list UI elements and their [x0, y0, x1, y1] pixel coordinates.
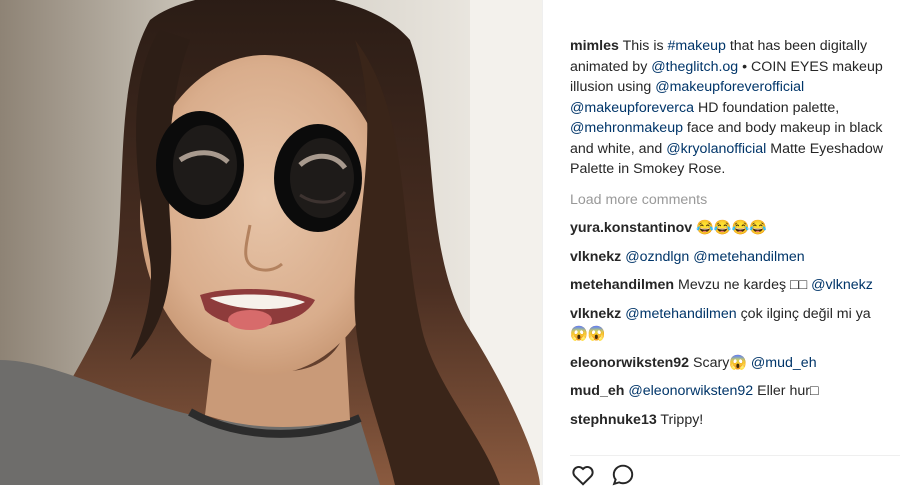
mention-link[interactable]: @metehandilmen: [693, 249, 804, 265]
comment-username-link[interactable]: mud_eh: [570, 383, 624, 399]
comment-text: This is: [622, 38, 668, 54]
mention-link[interactable]: #makeup: [668, 38, 726, 54]
comment-text: Scary😱: [689, 354, 751, 371]
comment-item: mud_eh @eleonorwiksten92 Eller hur□: [570, 381, 890, 402]
comment-items: yura.konstantinov 😂😂😂😂 vlknekz @ozndlgn @…: [570, 218, 890, 430]
comment-text: Mevzu ne kardeş □□: [674, 277, 812, 293]
comment-username-link[interactable]: yura.konstantinov: [570, 220, 692, 236]
load-more-comments-button[interactable]: Load more comments: [570, 190, 890, 211]
mention-link[interactable]: @vlknekz: [811, 277, 873, 293]
mention-link[interactable]: @ozndlgn: [625, 249, 689, 265]
comment-text: HD foundation palette,: [694, 99, 840, 116]
caption-text: This is #makeup that has been digitally …: [570, 38, 883, 177]
mention-link[interactable]: @kryolanofficial: [666, 141, 766, 157]
comment-icon[interactable]: [610, 462, 636, 488]
comment-username-link[interactable]: stephnuke13: [570, 412, 657, 428]
post-author-link[interactable]: mimles: [570, 38, 619, 54]
actions-divider: [570, 455, 900, 456]
comment-username-link[interactable]: eleonorwiksten92: [570, 355, 689, 371]
post-photo-illustration: [0, 0, 542, 485]
heart-icon[interactable]: [570, 462, 596, 488]
comment-username-link[interactable]: vlknekz: [570, 306, 621, 322]
mention-link[interactable]: @mud_eh: [751, 355, 817, 371]
comment-text: Trippy!: [656, 411, 704, 428]
comment-text: Eller hur□: [753, 383, 819, 399]
mention-link[interactable]: @metehandilmen: [625, 306, 736, 322]
post-photo[interactable]: [0, 0, 542, 485]
mention-link[interactable]: @mehronmakeup: [570, 120, 683, 136]
comment-item: metehandilmen Mevzu ne kardeş □□ @vlknek…: [570, 275, 890, 296]
comments-list: mimles This is #makeup that has been dig…: [570, 36, 890, 456]
comment-username-link[interactable]: vlknekz: [570, 249, 621, 265]
comment-item: yura.konstantinov 😂😂😂😂: [570, 218, 890, 239]
mention-link[interactable]: @theglitch.og: [651, 59, 738, 75]
comment-username-link[interactable]: metehandilmen: [570, 277, 674, 293]
mention-link[interactable]: @makeupforeverca: [570, 100, 694, 116]
post-caption: mimles This is #makeup that has been dig…: [570, 36, 890, 180]
comment-item: vlknekz @metehandilmen çok ilginç değil …: [570, 304, 890, 345]
comment-item: eleonorwiksten92 Scary😱 @mud_eh: [570, 353, 890, 374]
comment-item: stephnuke13 Trippy!: [570, 410, 890, 431]
comments-panel: mimles This is #makeup that has been dig…: [542, 0, 900, 488]
comment-text: 😂😂😂😂: [692, 220, 767, 236]
instagram-post-view: mimles This is #makeup that has been dig…: [0, 0, 900, 488]
post-actions: [570, 462, 890, 488]
mention-link[interactable]: @eleonorwiksten92: [628, 383, 753, 399]
comment-item: vlknekz @ozndlgn @metehandilmen: [570, 247, 890, 268]
mention-link[interactable]: @makeupforeverofficial: [655, 79, 804, 95]
